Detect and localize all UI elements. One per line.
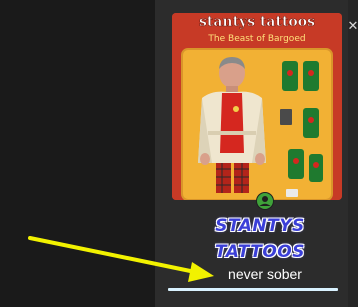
card-subtitle: The Beast of Bargoed <box>207 34 305 44</box>
bottom-highlight-bar <box>168 288 338 291</box>
display-name-line-1: STANTYS <box>215 216 305 236</box>
left-pane <box>0 0 155 307</box>
display-name-line-2: TATTOOS <box>214 242 306 262</box>
user-profile-icon[interactable] <box>256 192 274 210</box>
product-image-card[interactable]: stantys tattoos The Beast of Bargoed <box>172 13 342 200</box>
profile-bio: never sober <box>228 266 302 282</box>
user-profile-icon-graphic <box>257 193 273 209</box>
close-icon[interactable]: ✕ <box>346 20 358 34</box>
product-image: stantys tattoos The Beast of Bargoed <box>172 13 342 200</box>
page: ✕ stantys tattoos The Beast of Bargoed S… <box>0 0 358 307</box>
card-title: stantys tattoos <box>199 14 315 30</box>
